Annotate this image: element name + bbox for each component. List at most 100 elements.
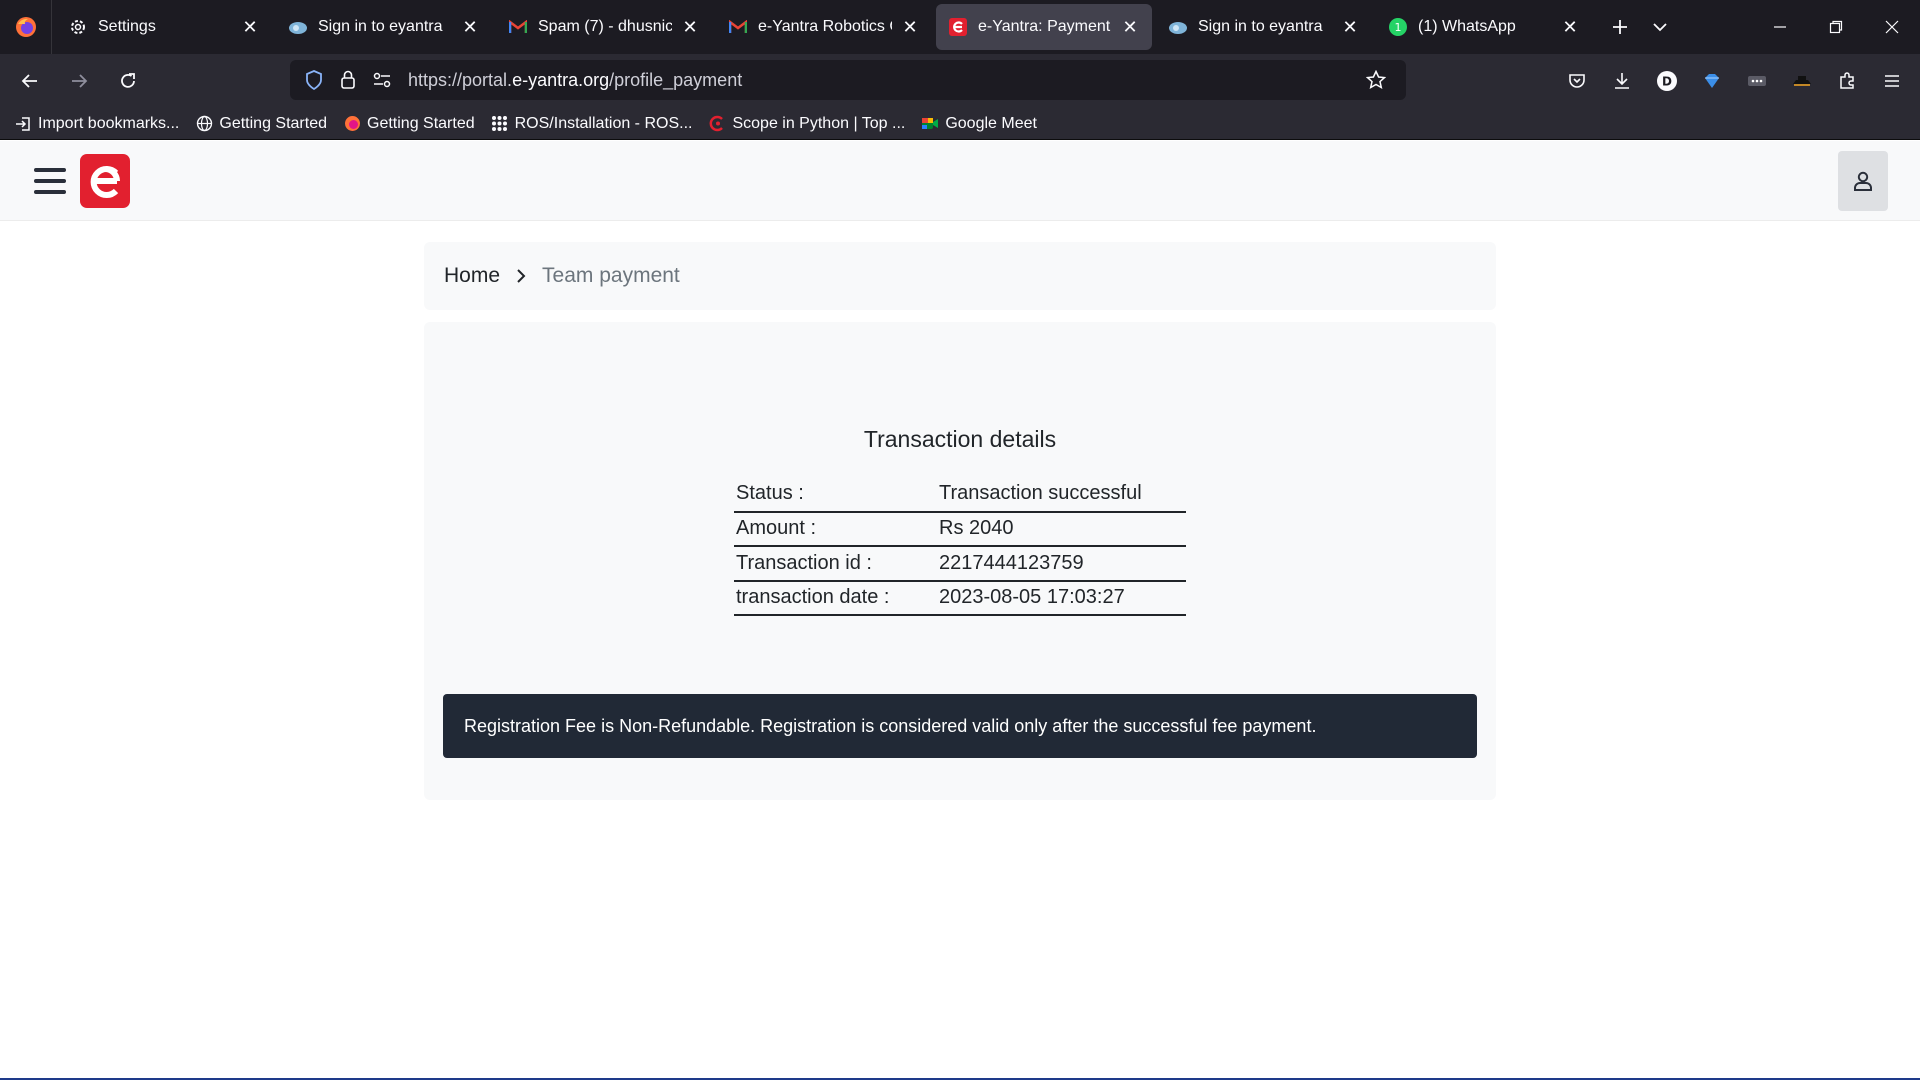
url-text[interactable]: https://portal.e-yantra.org/profile_paym…: [408, 70, 1362, 91]
transaction-id-value: 2217444123759: [937, 546, 1186, 582]
tab-title: (1) WhatsApp: [1418, 18, 1516, 35]
eyantra-icon: [948, 17, 968, 37]
whatsapp-icon: 1: [1388, 17, 1408, 37]
lock-icon[interactable]: [334, 66, 362, 94]
breadcrumb-home-link[interactable]: Home: [444, 264, 500, 288]
table-row: Amount : Rs 2040: [734, 511, 1186, 547]
transaction-date-value: 2023-08-05 17:03:27: [937, 580, 1186, 616]
amount-value: Rs 2040: [937, 511, 1186, 547]
tab-title: e-Yantra: Payment: [978, 18, 1111, 35]
browser-tab-bar: Settings ✕ Sign in to eyantra ✕ Spam (7)…: [0, 0, 1920, 54]
tab-title: e-Yantra Robotics Com: [758, 18, 892, 35]
status-value: Transaction successful: [937, 477, 1186, 513]
close-tab-icon[interactable]: ✕: [680, 17, 700, 37]
page-content: Home Team payment Transaction details St…: [0, 141, 1920, 1080]
account-avatar[interactable]: D: [1647, 61, 1687, 101]
url-host: e-yantra.org: [512, 69, 610, 90]
app-menu-icon[interactable]: [1872, 61, 1912, 101]
bookmark-star-icon[interactable]: [1362, 66, 1390, 94]
tab-title: Sign in to eyantra: [318, 18, 443, 35]
eyantra-logo[interactable]: [80, 154, 130, 208]
tab-whatsapp[interactable]: 1 (1) WhatsApp ✕: [1376, 4, 1592, 50]
forward-icon[interactable]: [59, 61, 99, 101]
back-icon[interactable]: [10, 61, 50, 101]
reload-icon[interactable]: [108, 61, 148, 101]
cloud-icon: [288, 17, 308, 37]
bookmarks-toolbar: Import bookmarks... Getting Started Gett…: [0, 108, 1920, 140]
minimize-window-icon[interactable]: [1752, 0, 1808, 54]
bookmark-import[interactable]: Import bookmarks...: [14, 115, 179, 133]
url-path: /profile_payment: [609, 69, 743, 90]
bookmark-label: Scope in Python | Top ...: [732, 114, 906, 132]
close-tab-icon[interactable]: ✕: [1340, 17, 1360, 37]
tab-sign-in-2[interactable]: Sign in to eyantra ✕: [1156, 4, 1372, 50]
hamburger-menu-icon[interactable]: [34, 168, 66, 194]
tab-sign-in[interactable]: Sign in to eyantra ✕: [276, 4, 492, 50]
breadcrumb-current: Team payment: [542, 264, 680, 287]
restore-window-icon[interactable]: [1808, 0, 1864, 54]
tab-eyantra-robotics[interactable]: e-Yantra Robotics Com ✕: [716, 4, 932, 50]
firefox-icon: [343, 115, 361, 133]
site-permissions-icon[interactable]: [368, 66, 396, 94]
bookmark-label: ROS/Installation - ROS...: [514, 114, 693, 132]
ros-icon: [491, 115, 509, 133]
extension-diamond-icon[interactable]: [1692, 61, 1732, 101]
table-row: transaction date : 2023-08-05 17:03:27: [734, 580, 1186, 616]
extensions-puzzle-icon[interactable]: [1827, 61, 1867, 101]
transaction-card: Transaction details Status : Transaction…: [424, 322, 1496, 800]
svg-text:1: 1: [1395, 21, 1402, 34]
close-tab-icon[interactable]: ✕: [460, 17, 480, 37]
import-icon: [14, 115, 32, 133]
transaction-table: Status : Transaction successful Amount :…: [734, 477, 1186, 616]
breadcrumb: Home Team payment: [424, 242, 1496, 310]
chevron-right-icon: [516, 269, 526, 283]
table-row: Transaction id : 2217444123759: [734, 546, 1186, 582]
url-bar[interactable]: https://portal.e-yantra.org/profile_paym…: [290, 60, 1406, 100]
bookmark-google-meet[interactable]: Google Meet: [921, 115, 1037, 133]
tab-title: Spam (7) - dhusnicinfa: [538, 18, 672, 35]
browser-nav-bar: https://portal.e-yantra.org/profile_paym…: [0, 54, 1920, 108]
globe-icon: [195, 115, 213, 133]
gmail-icon: [728, 17, 748, 37]
cloud-icon: [1168, 17, 1188, 37]
url-prefix: https://portal.: [408, 69, 513, 90]
transaction-id-label: Transaction id :: [734, 546, 937, 582]
meet-icon: [921, 115, 939, 133]
downloads-icon[interactable]: [1602, 61, 1642, 101]
close-tab-icon[interactable]: ✕: [900, 17, 920, 37]
bookmark-getting-started-1[interactable]: Getting Started: [195, 115, 327, 133]
gmail-icon: [508, 17, 528, 37]
new-tab-icon[interactable]: [1600, 7, 1640, 47]
extension-dots-icon[interactable]: [1737, 61, 1777, 101]
transaction-date-label: transaction date :: [734, 580, 937, 616]
pocket-icon[interactable]: [1557, 61, 1597, 101]
bookmark-getting-started-2[interactable]: Getting Started: [343, 115, 475, 133]
status-label: Status :: [734, 477, 937, 513]
firefox-menu-icon[interactable]: [0, 0, 52, 54]
tab-settings[interactable]: Settings ✕: [56, 4, 272, 50]
close-tab-icon[interactable]: ✕: [1120, 17, 1140, 37]
bookmark-label: Google Meet: [945, 114, 1037, 132]
tab-title: Sign in to eyantra: [1198, 18, 1323, 35]
bookmark-ros-installation[interactable]: ROS/Installation - ROS...: [491, 114, 693, 133]
bookmark-scope-python[interactable]: Scope in Python | Top ...: [708, 115, 905, 133]
bookmark-label: Import bookmarks...: [38, 114, 180, 132]
list-all-tabs-icon[interactable]: [1640, 7, 1680, 47]
gear-icon: [68, 17, 88, 37]
close-tab-icon[interactable]: ✕: [1560, 17, 1580, 37]
transaction-title: Transaction details: [863, 426, 1057, 452]
tab-spam[interactable]: Spam (7) - dhusnicinfa ✕: [496, 4, 712, 50]
user-profile-button[interactable]: [1838, 151, 1888, 211]
user-icon: [1854, 171, 1872, 191]
refund-notice: Registration Fee is Non-Refundable. Regi…: [443, 694, 1477, 758]
close-window-icon[interactable]: [1864, 0, 1920, 54]
tab-eyantra-payment[interactable]: e-Yantra: Payment ✕: [936, 4, 1152, 50]
tracking-protection-shield-icon[interactable]: [300, 66, 328, 94]
scope-icon: [708, 115, 726, 133]
bookmark-label: Getting Started: [367, 114, 475, 132]
tab-title: Settings: [98, 18, 156, 35]
close-tab-icon[interactable]: ✕: [240, 17, 260, 37]
table-row: Status : Transaction successful: [734, 477, 1186, 513]
site-header: [0, 141, 1920, 221]
extension-hat-icon[interactable]: [1782, 61, 1822, 101]
